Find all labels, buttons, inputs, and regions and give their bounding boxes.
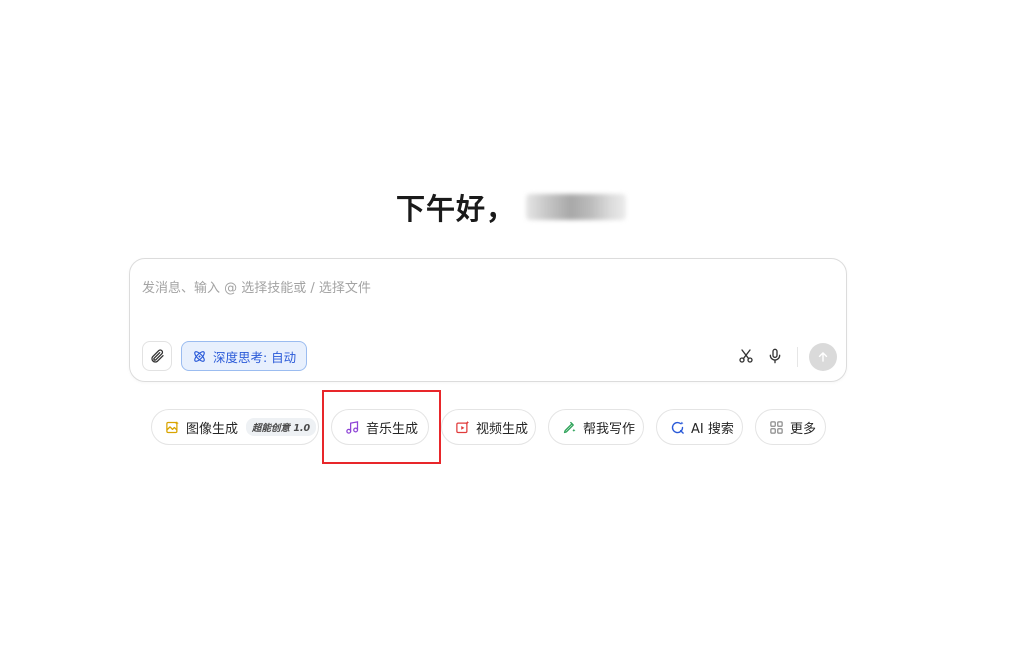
search-icon	[670, 420, 685, 435]
atom-icon	[192, 349, 207, 364]
quick-action-writing[interactable]: 帮我写作	[548, 409, 644, 445]
grid-more-icon	[769, 420, 784, 435]
image-gen-icon	[165, 420, 180, 435]
model-badge: 超能创意 1.0	[246, 418, 317, 436]
blurred-username	[526, 194, 626, 220]
quick-action-label: 更多	[790, 421, 817, 437]
arrow-up-icon	[816, 350, 830, 364]
quick-action-video-gen[interactable]: 视频生成	[441, 409, 536, 445]
quick-action-music-gen[interactable]: 音乐生成	[331, 409, 429, 445]
music-note-icon	[345, 420, 360, 435]
quick-action-label: 帮我写作	[583, 421, 636, 437]
quick-action-image-gen[interactable]: 图像生成 超能创意 1.0	[151, 409, 319, 445]
scissors-button[interactable]	[735, 345, 757, 367]
scissors-icon	[738, 348, 754, 364]
toolbar-divider	[797, 347, 798, 367]
pen-icon	[562, 420, 577, 435]
quick-action-label: 音乐生成	[366, 421, 419, 437]
video-gen-icon	[455, 420, 470, 435]
greeting: 下午好，	[0, 186, 1022, 228]
send-button[interactable]	[809, 343, 837, 371]
message-input[interactable]	[142, 273, 832, 303]
attach-file-button[interactable]	[142, 341, 172, 371]
quick-action-label: 图像生成	[186, 421, 239, 437]
deep-think-label: 深度思考: 自动	[213, 349, 297, 365]
voice-input-button[interactable]	[764, 345, 786, 367]
quick-action-label: 视频生成	[476, 421, 529, 437]
quick-action-ai-search[interactable]: AI 搜索	[656, 409, 743, 445]
quick-action-label: AI 搜索	[691, 421, 734, 437]
chat-home-page: 下午好， 深度思考: 自动	[0, 0, 1022, 647]
deep-think-toggle[interactable]: 深度思考: 自动	[181, 341, 308, 371]
paperclip-icon	[149, 348, 165, 364]
quick-action-more[interactable]: 更多	[755, 409, 826, 445]
message-composer: 深度思考: 自动	[129, 258, 847, 382]
microphone-icon	[767, 348, 783, 364]
greeting-text: 下午好，	[395, 192, 516, 226]
